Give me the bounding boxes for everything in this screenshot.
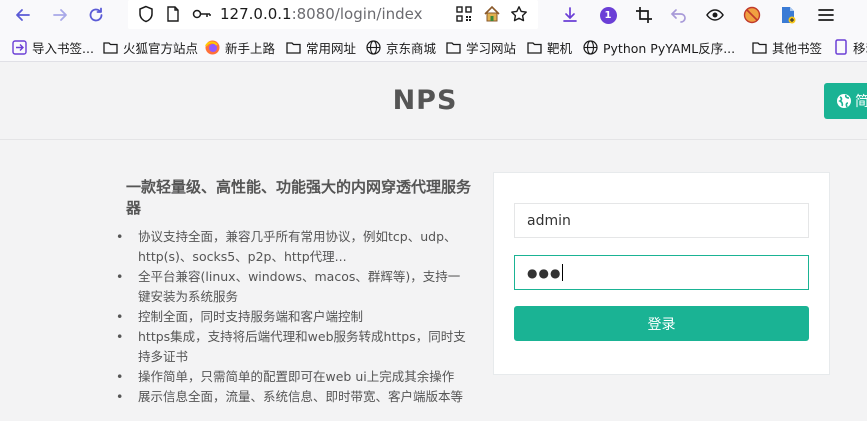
folder-icon	[286, 40, 301, 55]
list-item: 协议支持全面，兼容几乎所有常用协议，例如tcp、udp、http(s)、sock…	[116, 227, 466, 267]
shield-icon[interactable]	[138, 5, 154, 23]
bookmark-label: 火狐官方站点	[123, 40, 199, 56]
bookmark-pyyaml[interactable]: Python PyYAML反序...	[583, 38, 735, 56]
globe-icon	[837, 94, 851, 108]
url-path: :8080/login/index	[291, 5, 423, 23]
language-button[interactable]: 简	[824, 83, 867, 119]
bookmark-other[interactable]: 其他书签	[752, 38, 822, 56]
login-button[interactable]: 登录	[514, 306, 809, 341]
page-title: NPS	[392, 85, 458, 116]
bookmark-common-sites[interactable]: 常用网址	[286, 38, 356, 56]
crop-icon	[636, 7, 652, 23]
hamburger-icon	[818, 9, 834, 21]
undo-button[interactable]	[669, 5, 689, 25]
file-extension-button[interactable]	[778, 5, 798, 25]
folder-icon	[103, 40, 118, 55]
list-item: 操作简单，只需简单的配置即可在web ui上完成其余操作	[116, 367, 466, 387]
screenshot-button[interactable]	[634, 5, 654, 25]
login-form: admin ●●● 登录	[493, 172, 830, 375]
username-input[interactable]: admin	[514, 203, 809, 238]
text-caret	[562, 264, 564, 281]
arrow-left-icon	[16, 9, 30, 21]
forward-button[interactable]	[49, 4, 71, 26]
extension-badge-button[interactable]: 1	[598, 5, 618, 25]
undo-icon	[670, 9, 686, 23]
password-input[interactable]: ●●●	[514, 255, 809, 290]
bookmark-firefox-official[interactable]: 火狐官方站点	[103, 38, 198, 56]
import-icon	[12, 39, 27, 55]
eye-button[interactable]	[705, 5, 725, 25]
star-icon[interactable]	[510, 5, 528, 23]
bookmark-label: Python PyYAML反序...	[603, 40, 736, 56]
bookmark-label: 京东商城	[386, 40, 437, 56]
bookmark-label: 常用网址	[306, 40, 357, 56]
bookmark-label: 新手上路	[225, 40, 276, 56]
globe-icon	[583, 39, 598, 55]
downloads-button[interactable]	[560, 5, 580, 25]
bookmark-label: 移动	[853, 40, 867, 56]
list-item: https集成，支持将后端代理和web服务转成https，同时支持多证书	[116, 327, 466, 367]
folder-icon	[446, 40, 461, 55]
intro-title: 一款轻量级、高性能、功能强大的内网穿透代理服务器	[126, 178, 472, 217]
home-extension-icon[interactable]	[483, 5, 501, 23]
address-bar[interactable]: 127.0.0.1:8080/login/index	[128, 0, 538, 29]
list-item: 全平台兼容(linux、windows、macos、群辉等)，支持一键安装为系统…	[116, 267, 466, 307]
feature-list: 协议支持全面，兼容几乎所有常用协议，例如tcp、udp、http(s)、sock…	[116, 227, 471, 407]
username-value: admin	[527, 212, 571, 229]
reload-button[interactable]	[85, 4, 107, 26]
folder-icon	[752, 40, 767, 55]
url-host: 127.0.0.1	[220, 5, 292, 23]
bookmark-study-sites[interactable]: 学习网站	[446, 38, 516, 56]
mobile-icon	[833, 39, 848, 55]
qr-code-icon[interactable]	[456, 6, 472, 22]
firefox-icon	[205, 40, 220, 55]
bookmark-jd[interactable]: 京东商城	[366, 38, 436, 56]
notification-badge: 1	[599, 6, 617, 24]
bookmark-import[interactable]: 导入书签...	[12, 38, 94, 56]
language-label: 简	[855, 94, 867, 110]
key-icon[interactable]	[192, 6, 212, 22]
folder-icon	[527, 40, 542, 55]
back-button[interactable]	[12, 4, 34, 26]
bookmark-mobile[interactable]: 移动	[833, 38, 867, 56]
url-text[interactable]: 127.0.0.1:8080/login/index	[220, 5, 423, 23]
menu-button[interactable]	[816, 5, 836, 25]
page-header: NPS 简	[0, 63, 867, 140]
download-icon	[563, 7, 577, 22]
file-plus-icon	[782, 7, 796, 24]
blocked-icon	[743, 6, 761, 24]
bookmark-label: 学习网站	[466, 40, 517, 56]
bookmark-target-machine[interactable]: 靶机	[527, 38, 572, 56]
bookmark-label: 靶机	[547, 40, 573, 56]
bookmark-label: 导入书签...	[32, 40, 94, 56]
reload-icon	[89, 7, 103, 22]
bookmark-label: 其他书签	[772, 40, 823, 56]
globe-icon	[366, 39, 381, 55]
list-item: 展示信息全面，流量、系统信息、即时带宽、客户端版本等	[116, 387, 466, 407]
arrow-right-icon	[53, 9, 67, 21]
product-intro: 一款轻量级、高性能、功能强大的内网穿透代理服务器 协议支持全面，兼容几乎所有常用…	[116, 177, 472, 407]
browser-toolbar: 127.0.0.1:8080/login/index 1	[0, 0, 867, 31]
page-icon[interactable]	[166, 6, 180, 22]
eye-icon	[706, 9, 724, 21]
bookmark-getting-started[interactable]: 新手上路	[205, 38, 275, 56]
password-mask: ●●●	[527, 265, 562, 280]
bookmarks-bar: 导入书签... 火狐官方站点 新手上路 常用网址 京东商城 学习网站 靶机 Py…	[0, 31, 867, 62]
list-item: 控制全面，同时支持服务端和客户端控制	[116, 307, 466, 327]
block-extension-button[interactable]	[742, 5, 762, 25]
